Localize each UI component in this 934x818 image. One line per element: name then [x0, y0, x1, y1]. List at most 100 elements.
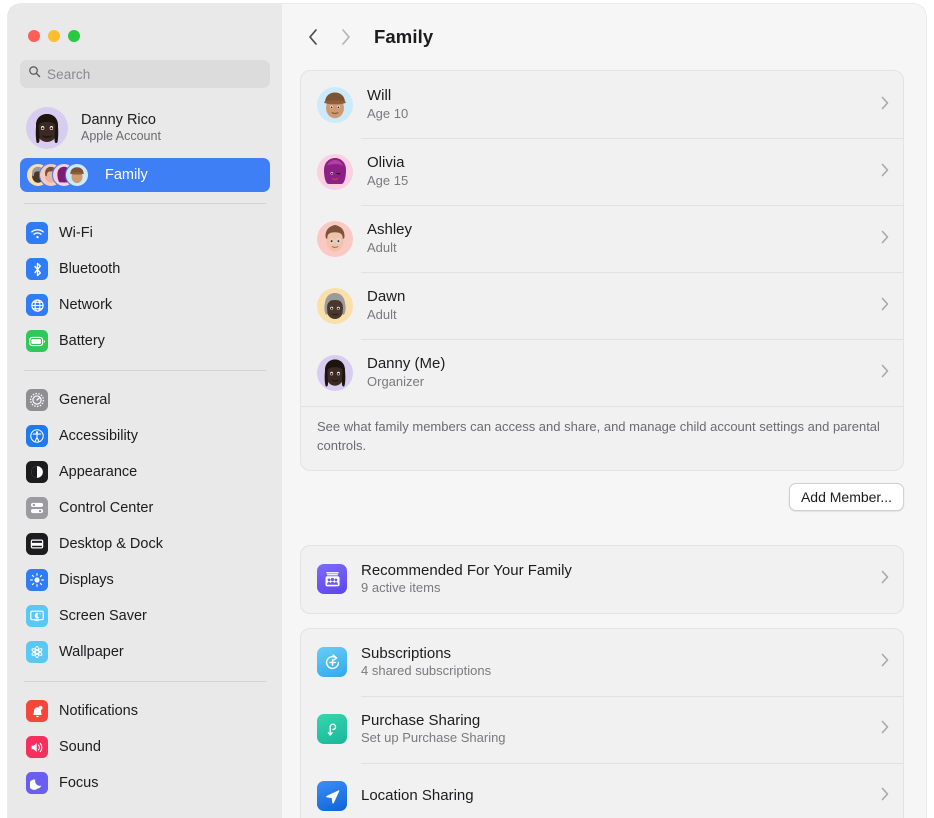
sidebar-item-notifications[interactable]: Notifications	[20, 693, 270, 729]
list-item[interactable]: Subscriptions 4 shared subscriptions	[301, 629, 903, 696]
sidebar-divider-3	[24, 681, 266, 682]
sidebar-item-family[interactable]: Family	[20, 158, 270, 192]
toolbar: Family	[282, 4, 926, 70]
sidebar-item-bluetooth[interactable]: Bluetooth	[20, 251, 270, 287]
avatar	[317, 86, 353, 123]
forward-button[interactable]	[330, 22, 360, 52]
avatar	[317, 287, 353, 324]
gear-icon	[26, 389, 48, 411]
table-row[interactable]: Ashley Adult	[301, 205, 903, 272]
accessibility-icon	[26, 425, 48, 447]
table-row[interactable]: Olivia Age 15	[301, 138, 903, 205]
sidebar-item-label: Wi-Fi	[59, 225, 93, 241]
family-avatars-stack-icon	[26, 162, 92, 188]
member-name: Olivia	[367, 154, 405, 172]
sidebar-item-general[interactable]: General	[20, 382, 270, 418]
row-title: Subscriptions	[361, 644, 452, 662]
sidebar-item-label: Screen Saver	[59, 608, 147, 624]
member-role: Adult	[367, 239, 397, 255]
sidebar-item-battery[interactable]: Battery	[20, 323, 270, 359]
sidebar-item-wi-fi[interactable]: Wi-Fi	[20, 215, 270, 251]
sidebar-item-displays[interactable]: Displays	[20, 562, 270, 598]
page-title: Family	[374, 26, 434, 47]
avatar	[317, 354, 353, 391]
wallpaper-icon	[26, 641, 48, 663]
brightness-icon	[26, 569, 48, 591]
sidebar-item-label: Displays	[59, 572, 114, 588]
purchase-sharing-icon	[317, 714, 347, 745]
settings-scroll-area[interactable]: Will Age 10 Olivia Age 15 Ashley Adult D…	[282, 70, 926, 818]
sidebar-item-network[interactable]: Network	[20, 287, 270, 323]
sidebar-item-appearance[interactable]: Appearance	[20, 454, 270, 490]
search-placeholder: Search	[47, 66, 91, 82]
wifi-icon	[26, 222, 48, 244]
back-button[interactable]	[298, 22, 328, 52]
subscriptions-icon	[317, 647, 347, 678]
close-window-button[interactable]	[28, 30, 40, 42]
avatar	[26, 107, 68, 149]
chevron-right-icon	[881, 653, 889, 671]
sidebar-group-connectivity: Wi-Fi Bluetooth Network Battery	[8, 215, 282, 359]
sidebar: Search Danny Rico Apple Account Family W…	[8, 4, 282, 818]
sidebar-item-control-center[interactable]: Control Center	[20, 490, 270, 526]
table-row[interactable]: Will Age 10	[301, 71, 903, 138]
chevron-right-icon	[881, 163, 889, 181]
list-item[interactable]: Recommended For Your Family 9 active ite…	[301, 546, 903, 613]
chevron-right-icon	[881, 364, 889, 382]
sidebar-item-desktop-and-dock[interactable]: Desktop & Dock	[20, 526, 270, 562]
table-row[interactable]: Dawn Adult	[301, 272, 903, 339]
family-members-card: Will Age 10 Olivia Age 15 Ashley Adult D…	[300, 70, 904, 471]
table-row[interactable]: Danny (Me) Organizer	[301, 339, 903, 406]
search-input[interactable]: Search	[20, 60, 270, 88]
member-name: Ashley	[367, 221, 413, 239]
sidebar-item-label: Notifications	[59, 703, 138, 719]
chevron-right-icon	[881, 230, 889, 248]
row-title: Recommended For Your Family	[361, 561, 572, 579]
sidebar-divider-1	[24, 203, 266, 204]
member-name: Will	[367, 87, 392, 105]
minimize-window-button[interactable]	[48, 30, 60, 42]
sidebar-item-label: Wallpaper	[59, 644, 124, 660]
search-icon	[28, 65, 41, 83]
member-name: Danny (Me)	[367, 355, 446, 373]
sidebar-item-sound[interactable]: Sound	[20, 729, 270, 765]
moon-icon	[26, 772, 48, 794]
sharing-card: Subscriptions 4 shared subscriptions Pur…	[300, 627, 904, 818]
chevron-right-icon	[881, 297, 889, 315]
sidebar-group-system: General Accessibility Appearance Control…	[8, 382, 282, 670]
sidebar-item-label-family: Family	[105, 167, 148, 183]
add-member-button[interactable]: Add Member...	[788, 482, 904, 511]
sidebar-item-wallpaper[interactable]: Wallpaper	[20, 634, 270, 670]
bluetooth-icon	[26, 258, 48, 280]
zoom-window-button[interactable]	[68, 30, 80, 42]
sidebar-item-focus[interactable]: Focus	[20, 765, 270, 801]
list-item[interactable]: Location Sharing	[301, 762, 903, 818]
sidebar-item-accessibility[interactable]: Accessibility	[20, 418, 270, 454]
sidebar-item-label: Accessibility	[59, 428, 138, 444]
desktop-dock-icon	[26, 533, 48, 555]
row-title: Location Sharing	[361, 787, 474, 805]
bell-icon	[26, 700, 48, 722]
globe-icon	[26, 294, 48, 316]
sidebar-divider-2	[24, 370, 266, 371]
sidebar-group-alerts: Notifications Sound Focus	[8, 693, 282, 801]
chevron-right-icon	[881, 570, 889, 588]
account-name: Danny Rico	[81, 112, 156, 129]
sidebar-item-label: Control Center	[59, 500, 154, 516]
recommended-icon	[317, 564, 347, 595]
sidebar-item-label: Focus	[59, 775, 99, 791]
member-role: Adult	[367, 306, 397, 322]
recommended-card: Recommended For Your Family 9 active ite…	[300, 544, 904, 614]
sidebar-item-screen-saver[interactable]: Screen Saver	[20, 598, 270, 634]
row-subtitle: Set up Purchase Sharing	[361, 730, 506, 746]
account-subtitle: Apple Account	[81, 129, 161, 144]
location-sharing-icon	[317, 781, 347, 812]
appearance-icon	[26, 461, 48, 483]
search-container: Search	[8, 42, 282, 88]
list-item[interactable]: Purchase Sharing Set up Purchase Sharing	[301, 695, 903, 763]
sidebar-item-apple-account[interactable]: Danny Rico Apple Account	[20, 102, 270, 154]
row-title: Purchase Sharing	[361, 711, 481, 729]
screen-saver-icon	[26, 605, 48, 627]
sidebar-item-label: Bluetooth	[59, 261, 121, 277]
row-subtitle: 4 shared subscriptions	[361, 663, 492, 679]
